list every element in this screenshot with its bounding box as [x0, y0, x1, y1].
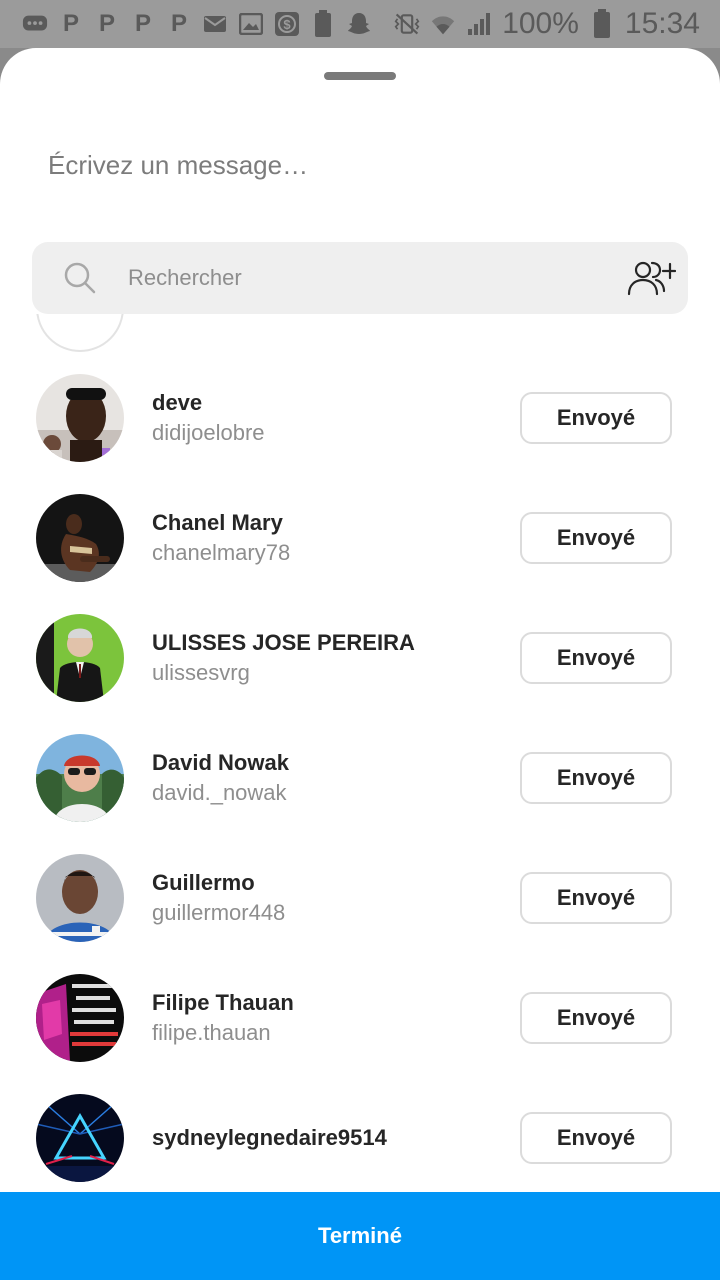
- recipient-username: sydneylegnedaire9514: [152, 1125, 387, 1150]
- mail-icon: [202, 11, 228, 37]
- avatar: [36, 314, 124, 352]
- add-people-icon[interactable]: [626, 258, 677, 298]
- recipient-username: david._nowak: [152, 780, 287, 805]
- avatar-photo-suit-green: [36, 614, 124, 702]
- recipient-username: ulissesvrg: [152, 660, 250, 685]
- avatar-photo-man: [36, 374, 124, 462]
- recipient-username: didijoelobre: [152, 420, 265, 445]
- recipient-username: guillermor448: [152, 900, 286, 925]
- list-item[interactable]: Filipe Thauan filipe.thauan Envoyé: [0, 958, 720, 1078]
- battery-percent: 100%: [502, 7, 579, 40]
- list-item[interactable]: sydneylegnedaire9514 Envoyé: [0, 1078, 720, 1192]
- battery-icon: [589, 9, 615, 38]
- p-icon: P: [134, 10, 151, 37]
- notification-icons: P P P P $: [22, 10, 372, 37]
- share-sheet: deve didijoelobre Envoyé Chanel Mary cha…: [0, 48, 720, 1280]
- recipient-names: sydneylegnedaire9514: [152, 1078, 387, 1192]
- recipient-list[interactable]: deve didijoelobre Envoyé Chanel Mary cha…: [0, 314, 720, 1192]
- avatar-photo-sunglasses: [36, 734, 124, 822]
- avatar-neon-triangle: [36, 1094, 124, 1182]
- list-item[interactable]: Guillermo guillermor448 Envoyé: [0, 838, 720, 958]
- avatar-photo-woman: [36, 494, 124, 582]
- search-input[interactable]: [128, 258, 598, 298]
- sent-button[interactable]: Envoyé: [520, 392, 672, 444]
- recipient-username: chanelmary78: [152, 540, 291, 565]
- system-status: 100% 15:34: [394, 7, 700, 41]
- avatar-photo-text-image: [36, 974, 124, 1062]
- p-icon: P: [170, 10, 187, 37]
- list-item[interactable]: deve didijoelobre Envoyé: [0, 358, 720, 478]
- snapchat-icon: [346, 11, 372, 37]
- clock: 15:34: [624, 7, 700, 40]
- message-input[interactable]: [48, 140, 668, 190]
- recipient-names: Chanel Mary chanelmary78: [152, 478, 290, 598]
- recipient-username: filipe.thauan: [152, 1020, 271, 1045]
- sent-button[interactable]: Envoyé: [520, 752, 672, 804]
- vibrate-icon: [394, 11, 420, 37]
- avatar-photo-blue-shirt: [36, 854, 124, 942]
- dollar-icon: $: [274, 11, 300, 37]
- done-button[interactable]: Terminé: [0, 1192, 720, 1280]
- battery-100-icon: [310, 10, 336, 37]
- p-icon: P: [62, 10, 79, 37]
- status-bar: P P P P $ 100% 15:34: [0, 0, 720, 48]
- search-icon: [62, 260, 98, 296]
- wifi-icon: [430, 11, 456, 37]
- image-icon: [238, 11, 264, 37]
- list-item[interactable]: Chanel Mary chanelmary78 Envoyé: [0, 478, 720, 598]
- svg-text:$: $: [283, 17, 291, 32]
- recipient-fullname: Filipe Thauan: [152, 990, 294, 1015]
- search-bar[interactable]: [32, 242, 688, 314]
- recipient-names: deve didijoelobre: [152, 358, 265, 478]
- recipient-names: ULISSES JOSE PEREIRA ulissesvrg: [152, 598, 415, 718]
- recipient-fullname: Guillermo: [152, 870, 255, 895]
- recipient-fullname: David Nowak: [152, 750, 289, 775]
- recipient-names: David Nowak david._nowak: [152, 718, 289, 838]
- sent-button[interactable]: Envoyé: [520, 512, 672, 564]
- sent-button[interactable]: Envoyé: [520, 872, 672, 924]
- p-icon: P: [98, 10, 115, 37]
- recipient-fullname: deve: [152, 390, 203, 415]
- list-item[interactable]: ULISSES JOSE PEREIRA ulissesvrg Envoyé: [0, 598, 720, 718]
- sent-button[interactable]: Envoyé: [520, 632, 672, 684]
- recipient-names: Guillermo guillermor448: [152, 838, 285, 958]
- recipient-names: Filipe Thauan filipe.thauan: [152, 958, 294, 1078]
- recipient-fullname: ULISSES JOSE PEREIRA: [152, 630, 415, 655]
- sent-button[interactable]: Envoyé: [520, 1112, 672, 1164]
- recipient-fullname: Chanel Mary: [152, 510, 283, 535]
- chat-bubble-icon: [22, 11, 48, 37]
- signal-icon: [466, 11, 492, 37]
- list-item[interactable]: David Nowak david._nowak Envoyé: [0, 718, 720, 838]
- drag-handle[interactable]: [324, 72, 396, 80]
- sent-button[interactable]: Envoyé: [520, 992, 672, 1044]
